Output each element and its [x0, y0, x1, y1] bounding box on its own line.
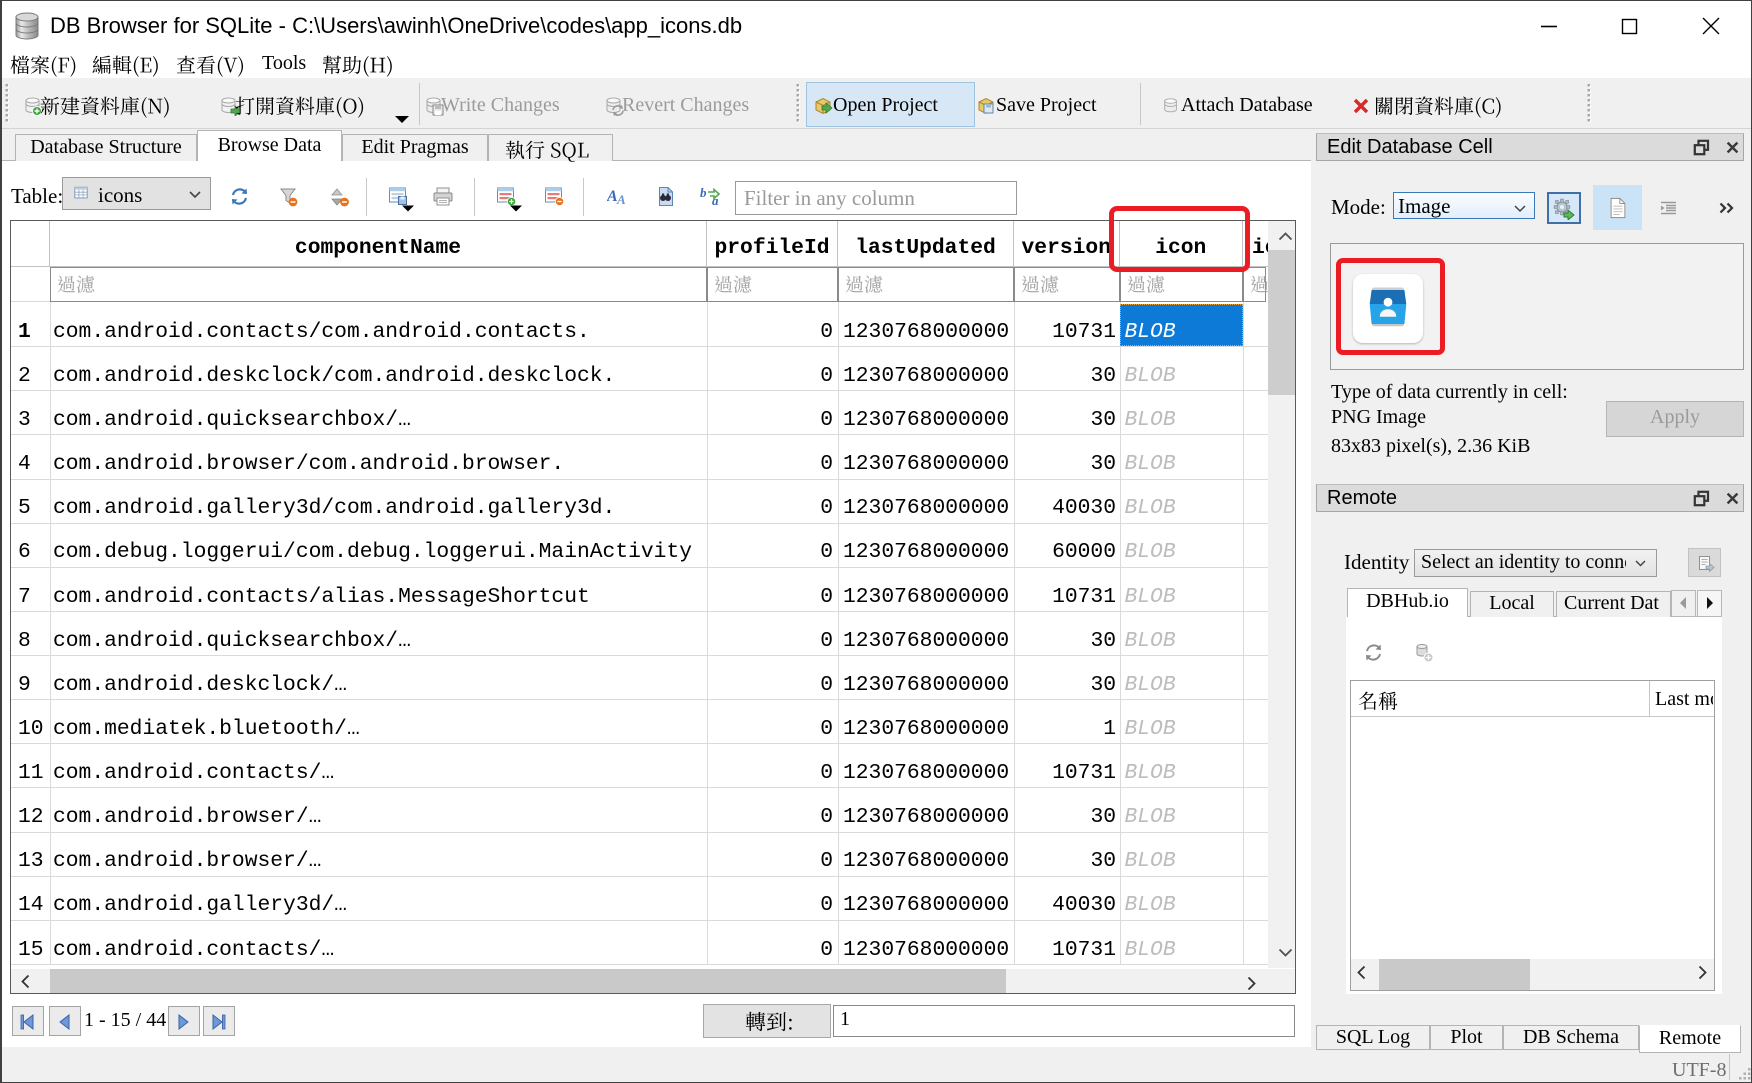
svg-text:b: b: [700, 186, 707, 200]
svg-text:A: A: [616, 192, 626, 207]
